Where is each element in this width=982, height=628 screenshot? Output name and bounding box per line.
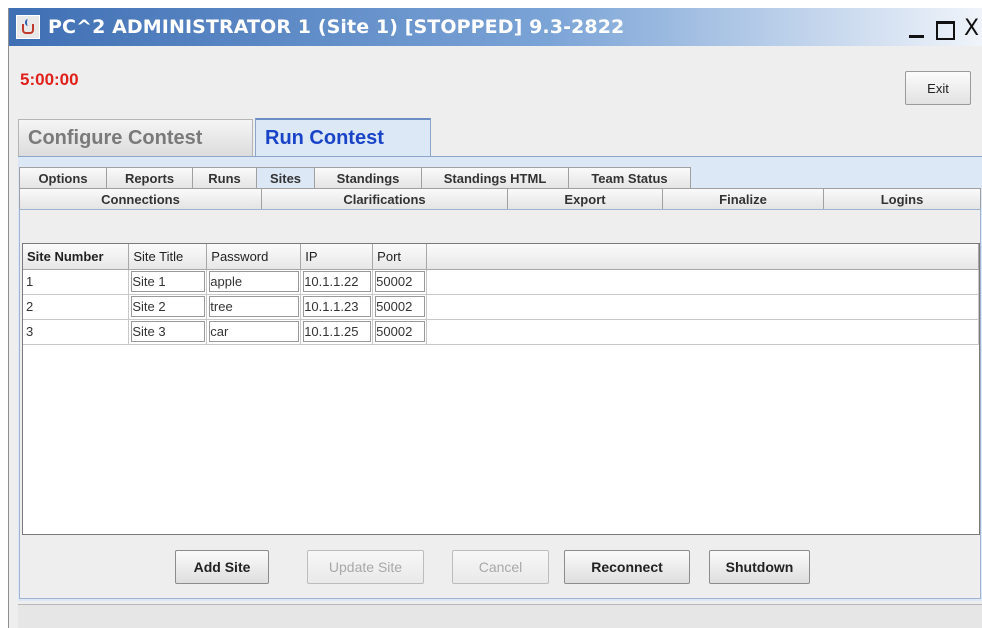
cell-port[interactable]: 50002 xyxy=(372,294,428,320)
title-bar[interactable]: PC^2 ADMINISTRATOR 1 (Site 1) [STOPPED] … xyxy=(9,8,982,46)
sites-button-row: Add Site Update Site Cancel Reconnect Sh… xyxy=(20,550,982,590)
cell-ip[interactable]: 10.1.1.22 xyxy=(300,269,374,295)
tab-reports[interactable]: Reports xyxy=(106,167,193,188)
tab-configure-contest[interactable]: Configure Contest xyxy=(18,119,253,156)
cell-site-number[interactable]: 3 xyxy=(23,319,130,345)
tab-connections[interactable]: Connections xyxy=(19,188,262,209)
cell-filler xyxy=(426,319,979,345)
tab-finalize[interactable]: Finalize xyxy=(663,188,824,209)
cancel-button[interactable]: Cancel xyxy=(452,550,549,584)
shutdown-button[interactable]: Shutdown xyxy=(709,550,810,584)
exit-label: Exit xyxy=(927,80,949,96)
contest-clock: 5:00:00 xyxy=(20,70,79,89)
tab-standings-html[interactable]: Standings HTML xyxy=(421,167,569,188)
tab-logins[interactable]: Logins xyxy=(824,188,981,209)
sites-pane: Site Number Site Title Password IP Port … xyxy=(19,209,981,599)
window-title: PC^2 ADMINISTRATOR 1 (Site 1) [STOPPED] … xyxy=(48,16,625,38)
java-cup-icon xyxy=(16,15,40,39)
shutdown-label: Shutdown xyxy=(725,559,794,575)
run-contest-panel: Options Reports Runs Sites Standings Sta… xyxy=(18,156,982,601)
table-row[interactable]: 3 Site 3 car 10.1.1.25 50002 xyxy=(23,319,979,345)
column-header-site-title[interactable]: Site Title xyxy=(128,244,208,270)
cell-ip[interactable]: 10.1.1.25 xyxy=(300,319,374,345)
add-site-button[interactable]: Add Site xyxy=(175,550,269,584)
window-controls: X xyxy=(906,18,982,40)
cell-site-number[interactable]: 2 xyxy=(23,294,130,320)
close-icon[interactable]: X xyxy=(960,18,982,40)
cell-site-title[interactable]: Site 1 xyxy=(128,269,208,295)
reconnect-button[interactable]: Reconnect xyxy=(564,550,690,584)
tab-standings[interactable]: Standings xyxy=(314,167,422,188)
add-site-label: Add Site xyxy=(193,559,251,575)
admin-window: PC^2 ADMINISTRATOR 1 (Site 1) [STOPPED] … xyxy=(8,8,982,628)
tab-export[interactable]: Export xyxy=(508,188,663,209)
cell-password[interactable]: apple xyxy=(206,269,302,295)
update-site-label: Update Site xyxy=(328,559,403,575)
minimize-icon[interactable] xyxy=(906,18,929,40)
table-row[interactable]: 2 Site 2 tree 10.1.1.23 50002 xyxy=(23,294,979,320)
maximize-icon[interactable] xyxy=(933,18,956,40)
tab-options[interactable]: Options xyxy=(19,167,107,188)
cell-site-title[interactable]: Site 3 xyxy=(128,319,208,345)
cell-port[interactable]: 50002 xyxy=(372,319,428,345)
sites-table: Site Number Site Title Password IP Port … xyxy=(23,244,979,345)
tab-sites[interactable]: Sites xyxy=(256,167,315,188)
tab-runs[interactable]: Runs xyxy=(192,167,257,188)
cell-password[interactable]: car xyxy=(206,319,302,345)
cancel-label: Cancel xyxy=(478,559,523,575)
cell-password[interactable]: tree xyxy=(206,294,302,320)
sites-table-scrollpane[interactable]: Site Number Site Title Password IP Port … xyxy=(22,243,980,535)
column-header-site-number[interactable]: Site Number xyxy=(23,244,130,270)
status-bar xyxy=(18,604,982,628)
cell-site-number[interactable]: 1 xyxy=(23,269,130,295)
exit-button[interactable]: Exit xyxy=(905,71,971,105)
cell-site-title[interactable]: Site 2 xyxy=(128,294,208,320)
table-row[interactable]: 1 Site 1 apple 10.1.1.22 50002 xyxy=(23,269,979,295)
tab-run-contest[interactable]: Run Contest xyxy=(255,118,431,156)
column-header-filler xyxy=(426,244,979,270)
table-header-row: Site Number Site Title Password IP Port xyxy=(23,244,979,270)
reconnect-label: Reconnect xyxy=(591,559,663,575)
cell-filler xyxy=(426,269,979,295)
update-site-button[interactable]: Update Site xyxy=(307,550,424,584)
cell-ip[interactable]: 10.1.1.23 xyxy=(300,294,374,320)
column-header-port[interactable]: Port xyxy=(372,244,428,270)
column-header-ip[interactable]: IP xyxy=(300,244,374,270)
cell-filler xyxy=(426,294,979,320)
tab-team-status[interactable]: Team Status xyxy=(568,167,691,188)
tab-clarifications[interactable]: Clarifications xyxy=(262,188,508,209)
column-header-password[interactable]: Password xyxy=(206,244,302,270)
subtabs-row-2: Connections Clarifications Export Finali… xyxy=(19,188,981,209)
cell-port[interactable]: 50002 xyxy=(372,269,428,295)
